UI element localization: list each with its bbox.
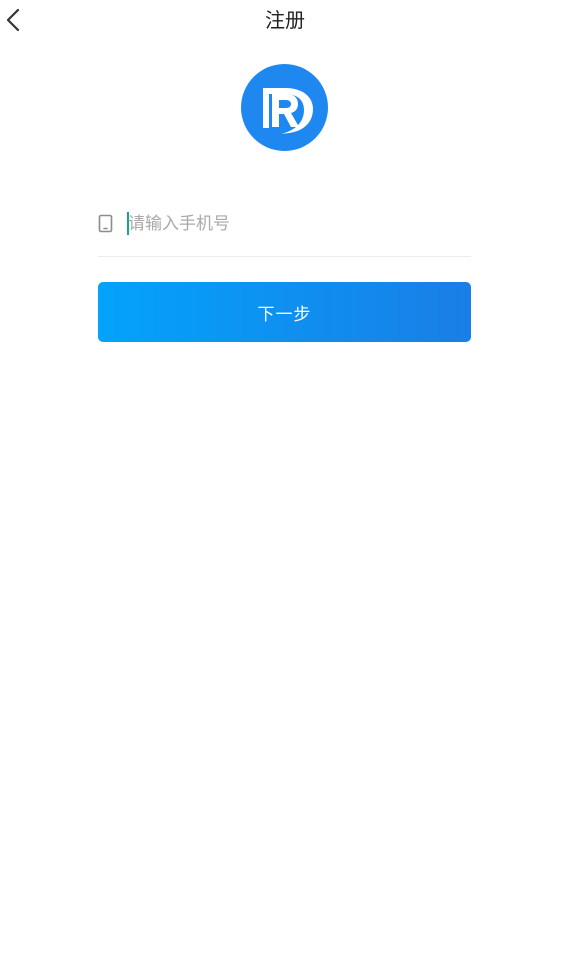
navigation-bar: 注册	[0, 0, 570, 42]
app-logo	[241, 64, 328, 151]
register-screen: 注册 下一步	[0, 0, 570, 959]
page-title: 注册	[265, 8, 305, 32]
phone-input-row	[98, 200, 471, 257]
phone-icon	[98, 214, 113, 233]
phone-number-input[interactable]	[128, 208, 468, 240]
brand-r-logo-icon	[241, 64, 328, 151]
next-step-button[interactable]: 下一步	[98, 282, 471, 342]
